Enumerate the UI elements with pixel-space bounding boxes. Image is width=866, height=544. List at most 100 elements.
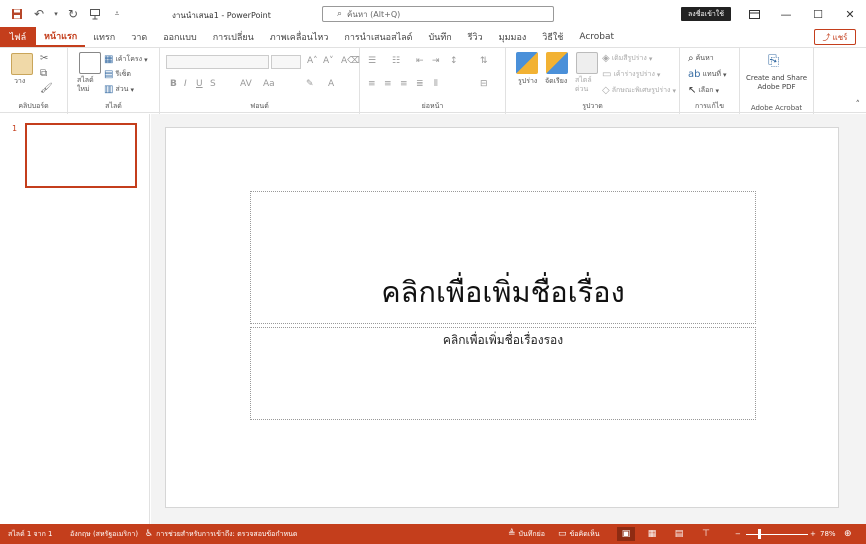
grow-font-icon[interactable]: A˄ [307, 56, 318, 66]
format-painter-icon[interactable]: 🖌 [40, 83, 53, 94]
tab-transitions[interactable]: การเปลี่ยน [205, 27, 262, 47]
paste-icon[interactable] [11, 53, 33, 75]
search-icon: ⌕ [337, 9, 343, 19]
clear-format-icon[interactable]: A⌫ [341, 56, 360, 66]
arrange-button[interactable]: จัดเรียง [545, 76, 567, 87]
subtitle-placeholder[interactable]: คลิกเพื่อเพิ่มชื่อเรื่องรอง [250, 327, 756, 420]
save-icon[interactable] [8, 5, 26, 23]
comments-button[interactable]: ▭ ข้อคิดเห็น [558, 524, 600, 544]
customize-qat-icon[interactable]: ⩡ [108, 5, 126, 23]
justify-icon[interactable]: ≣ [416, 79, 424, 89]
tab-view[interactable]: มุมมอง [491, 27, 535, 47]
align-text-icon[interactable]: ⊟ [480, 79, 488, 89]
arrange-icon[interactable] [546, 52, 568, 74]
shape-effects-button[interactable]: ◇ ลักษณะพิเศษรูปร่าง ▾ [602, 85, 676, 96]
close-icon[interactable]: ✕ [834, 0, 866, 28]
editing-group: ⌕ ค้นหา ab แทนที่ ▾ ↖ เลือก ▾ การแก้ไข [680, 48, 740, 114]
present-icon[interactable] [86, 5, 104, 23]
bold-icon[interactable]: B [170, 79, 177, 89]
increase-indent-icon[interactable]: ⇥ [432, 56, 440, 66]
fit-slide-icon[interactable]: ⊕ [844, 524, 852, 544]
columns-icon[interactable]: ⫴ [434, 79, 438, 89]
zoom-out-icon[interactable]: − [735, 524, 741, 544]
sign-in-button[interactable]: ลงชื่อเข้าใช้ [681, 7, 731, 21]
tab-animations[interactable]: ภาพเคลื่อนไหว [262, 27, 337, 47]
reading-view-icon[interactable]: ▤ [670, 527, 688, 541]
tab-file[interactable]: ไฟล์ [0, 27, 36, 47]
tab-design[interactable]: ออกแบบ [155, 27, 205, 47]
zoom-in-icon[interactable]: + [810, 524, 816, 544]
align-left-icon[interactable]: ≡ [368, 79, 376, 89]
strikethrough-icon[interactable]: S [210, 79, 216, 89]
find-icon: ⌕ [688, 53, 694, 64]
align-center-icon[interactable]: ≡ [384, 79, 392, 89]
paste-button[interactable]: วาง [14, 76, 25, 87]
quick-styles-icon[interactable] [576, 52, 598, 74]
create-pdf-icon[interactable]: ⎘ [768, 53, 779, 69]
font-label: ฟอนต์ [250, 102, 269, 110]
char-spacing-icon[interactable]: AV [240, 79, 252, 89]
tab-review[interactable]: รีวิว [460, 27, 491, 47]
decrease-indent-icon[interactable]: ⇤ [416, 56, 424, 66]
layout-button[interactable]: ▦ เค้าโครง ▾ [104, 54, 148, 65]
undo-icon[interactable]: ↶ [30, 5, 48, 23]
undo-dropdown-icon[interactable]: ▾ [52, 5, 60, 23]
tab-acrobat[interactable]: Acrobat [571, 27, 622, 47]
font-name-combo[interactable] [166, 55, 269, 69]
cut-icon[interactable]: ✂ [40, 53, 48, 64]
find-button[interactable]: ⌕ ค้นหา [688, 53, 714, 64]
zoom-slider[interactable] [746, 534, 808, 535]
tab-slideshow[interactable]: การนำเสนอสไลด์ [336, 27, 420, 47]
font-size-combo[interactable] [271, 55, 301, 69]
italic-icon[interactable]: I [184, 79, 187, 89]
numbering-icon[interactable]: ☷ [392, 56, 400, 66]
share-label: แชร์ [832, 32, 848, 42]
slide-thumbnail[interactable] [25, 123, 137, 188]
shape-outline-button[interactable]: ▭ เค้าร่างรูปร่าง ▾ [602, 69, 660, 80]
shapes-icon[interactable] [516, 52, 538, 74]
line-spacing-icon[interactable]: ↕ [450, 56, 458, 66]
section-icon: ▥ [104, 84, 114, 95]
quick-styles-button[interactable]: สไตล์ด่วน [575, 76, 599, 94]
tab-draw[interactable]: วาด [123, 27, 155, 47]
copy-icon[interactable]: ⧉ [40, 68, 47, 79]
minimize-icon[interactable]: — [770, 0, 802, 28]
replace-button[interactable]: ab แทนที่ ▾ [688, 69, 727, 80]
tab-help[interactable]: วิธีใช้ [534, 27, 571, 47]
zoom-level[interactable]: 78% [820, 524, 836, 544]
slide-canvas[interactable]: คลิกเพื่อเพิ่มชื่อเรื่อง คลิกเพื่อเพิ่มช… [165, 127, 839, 508]
align-right-icon[interactable]: ≡ [400, 79, 408, 89]
slideshow-view-icon[interactable]: ⊤ [697, 527, 715, 541]
text-direction-icon[interactable]: ⇅ [480, 56, 488, 66]
shrink-font-icon[interactable]: A˅ [323, 56, 334, 66]
normal-view-icon[interactable]: ▣ [617, 527, 635, 541]
new-slide-icon[interactable] [79, 52, 101, 74]
create-share-pdf-button[interactable]: Create and Share Adobe PDF [740, 74, 813, 92]
select-button[interactable]: ↖ เลือก ▾ [688, 85, 719, 96]
accessibility-status[interactable]: ♿ การช่วยสำหรับการเข้าถึง: ตรวจสอบข้อกำห… [145, 524, 297, 544]
collapse-ribbon-icon[interactable]: ˄ [856, 100, 861, 110]
highlight-icon[interactable]: ✎ [306, 79, 314, 89]
title-placeholder[interactable]: คลิกเพื่อเพิ่มชื่อเรื่อง [250, 191, 756, 324]
slide-sorter-icon[interactable]: ▦ [643, 527, 661, 541]
change-case-icon[interactable]: Aa [263, 79, 275, 89]
section-button[interactable]: ▥ ส่วน ▾ [104, 84, 134, 95]
search-input[interactable]: ⌕ ค้นหา (Alt+Q) [322, 6, 554, 22]
tab-record[interactable]: บันทึก [420, 27, 459, 47]
ribbon-display-icon[interactable] [738, 0, 770, 28]
tab-insert[interactable]: แทรก [85, 27, 123, 47]
redo-icon[interactable]: ↻ [64, 5, 82, 23]
tab-home[interactable]: หน้าแรก [36, 27, 86, 47]
shape-fill-button[interactable]: ◈ เติมสีรูปร่าง ▾ [602, 53, 652, 64]
shapes-button[interactable]: รูปร่าง [518, 76, 537, 87]
new-slide-button[interactable]: สไลด์ใหม่ [77, 76, 103, 94]
reset-button[interactable]: ▤ รีเซ็ต [104, 69, 131, 80]
maximize-icon[interactable]: ☐ [802, 0, 834, 28]
underline-icon[interactable]: U [196, 79, 203, 89]
notes-button[interactable]: ≜ บันทึกย่อ [508, 524, 545, 544]
share-button[interactable]: ⤴ แชร์ [814, 29, 856, 45]
zoom-slider-thumb[interactable] [758, 529, 761, 539]
bullets-icon[interactable]: ☰ [368, 56, 376, 66]
language-indicator[interactable]: อังกฤษ (สหรัฐอเมริกา) [70, 524, 138, 544]
font-color-icon[interactable]: A [328, 79, 334, 89]
